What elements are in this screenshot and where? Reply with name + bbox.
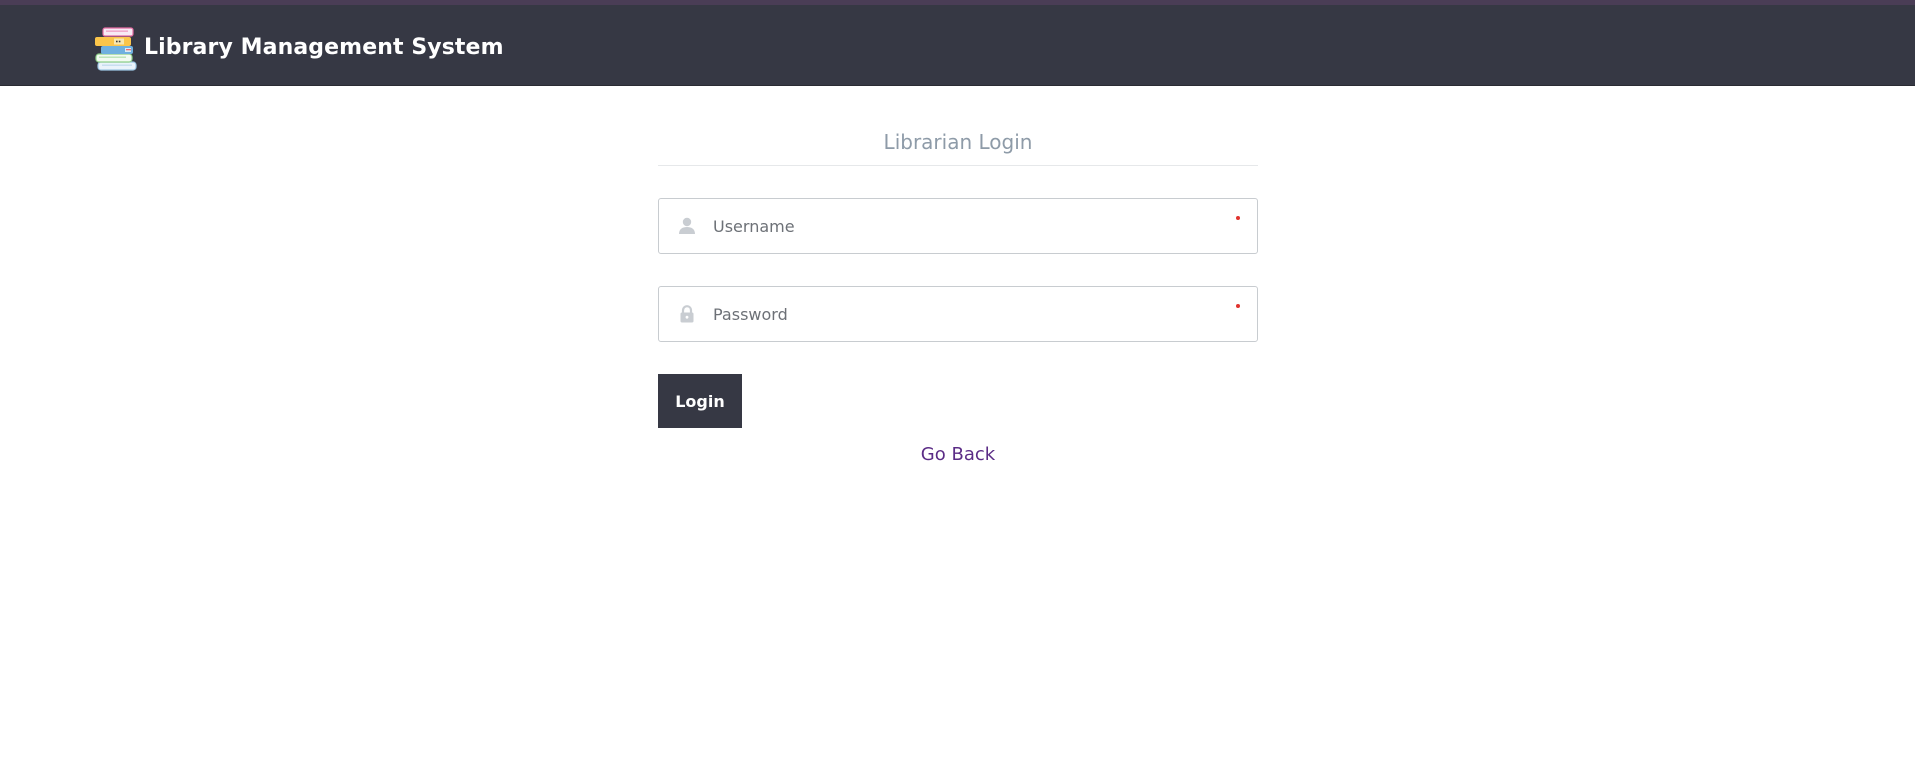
books-stack-icon: [95, 27, 137, 71]
brand-link[interactable]: Library Management System: [94, 24, 504, 72]
required-indicator: [1236, 304, 1240, 308]
go-back-link[interactable]: Go Back: [658, 444, 1258, 465]
top-navbar: Library Management System: [0, 0, 1915, 86]
password-field[interactable]: [658, 286, 1258, 342]
password-input[interactable]: [713, 287, 1213, 341]
user-icon: [679, 217, 695, 234]
login-button[interactable]: Login: [658, 374, 742, 428]
login-form: Librarian Login Login Go Back: [658, 122, 1258, 465]
required-indicator: [1236, 216, 1240, 220]
app-title: Library Management System: [144, 35, 504, 60]
lock-icon: [680, 305, 694, 323]
username-field[interactable]: [658, 198, 1258, 254]
page-title: Librarian Login: [658, 122, 1258, 166]
username-input[interactable]: [713, 199, 1213, 253]
